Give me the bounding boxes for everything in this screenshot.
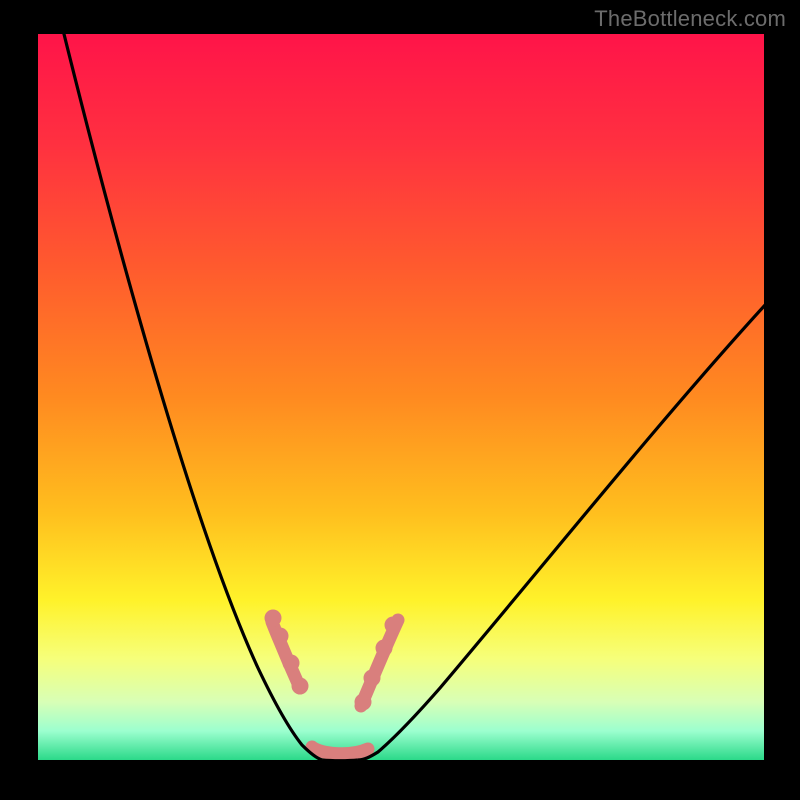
chart-stage: TheBottleneck.com <box>0 0 800 800</box>
curve-bottom <box>322 760 358 761</box>
severity-gradient <box>38 34 764 760</box>
watermark-text: TheBottleneck.com <box>594 6 786 32</box>
